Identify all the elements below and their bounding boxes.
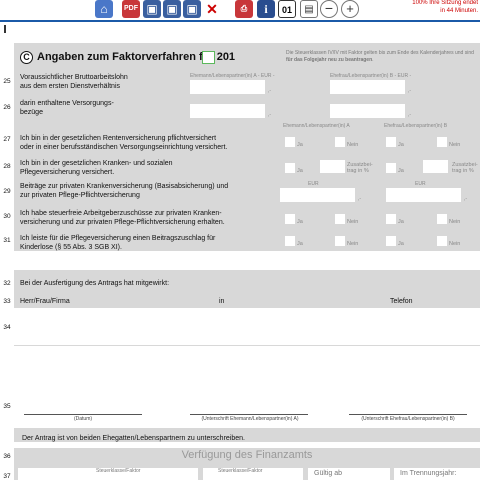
tax-office-title: Verfügung des Finanzamts [181,449,313,461]
row-label: darin enthaltene Versorgungs-bezüge [20,100,114,116]
row-number: 29 [3,188,11,195]
zusatz-a-input[interactable] [320,160,345,173]
wage-a-input[interactable] [190,80,265,94]
session-timer: 100% Ihre Sitzung endet in 44 Minuten. [412,0,478,14]
signature-note: Der Antrag ist von beiden Ehegatten/Lebe… [22,435,245,442]
calendar-icon[interactable]: 01 [278,0,296,18]
toolbar: ⌂ PDF ▣ ▣ ▣ ✕ ⎙ i 01 ▤ − + 100% Ihre Sit… [0,0,480,20]
row-number: 28 [3,163,11,170]
date-label: (Datum) [73,416,93,422]
row-label: Beiträge zur privaten Krankenversicherun… [20,183,229,199]
row-number: 33 [3,298,11,305]
info-icon[interactable]: i [257,0,275,18]
rv-a-ja-checkbox[interactable] [285,137,295,147]
ag-a-nein-checkbox[interactable] [335,214,345,224]
pension-b-input[interactable] [330,104,405,118]
assistant-input[interactable] [14,308,480,345]
page-icon[interactable]: ▤ [300,0,318,18]
signature-a-label: (Unterschrift Ehemann/Lebenspartner(in) … [201,416,299,422]
row-label: Ich bin in der gesetzlichen Kranken- und… [20,160,173,176]
ag-b-ja-checkbox[interactable] [386,214,396,224]
row-label: Ich habe steuerfreie Arbeitgeberzuschüss… [20,210,225,226]
row-number: 26 [3,104,11,111]
header-divider [0,20,480,22]
rv-b-ja-checkbox[interactable] [386,137,396,147]
save-as-icon[interactable]: ▣ [163,0,181,18]
column-header-a: Ehemann/Lebenspartner(in) A [283,123,350,129]
col-name-label: Herr/Frau/Firma [20,298,70,305]
row-number: 34 [3,324,11,331]
assistance-intro: Bei der Ausfertigung des Antrags hat mit… [20,280,170,287]
home-icon[interactable]: ⌂ [95,0,113,18]
row-number: 30 [3,213,11,220]
row-number: 37 [3,473,11,480]
row-number: 27 [3,136,11,143]
column-header-b: Ehefrau/Lebenspartner(in) B - EUR - [330,73,412,79]
row-number: 35 [3,403,11,410]
section-letter: C [20,51,33,64]
row-number: 31 [3,237,11,244]
section-note: Die Steuerklassen IV/IV mit Faktor gelte… [286,50,474,63]
pkv-a-input[interactable] [280,188,355,202]
pdf-icon[interactable]: PDF [122,0,140,18]
column-header-b: Ehefrau/Lebenspartner(in) B [384,123,448,129]
delete-icon[interactable]: ✕ [203,0,221,18]
row-number: 36 [3,453,11,460]
zoom-in-icon[interactable]: + [341,0,359,18]
zoom-out-icon[interactable]: − [320,0,338,18]
year-input[interactable] [202,51,215,64]
signature-b-label: (Unterschrift Ehefrau/Lebenspartner(in) … [361,416,455,422]
pv-b-ja-checkbox[interactable] [386,236,396,246]
col-in-label: in [219,298,225,305]
pkv-b-input[interactable] [386,188,461,202]
pv-a-nein-checkbox[interactable] [335,236,345,246]
ag-a-ja-checkbox[interactable] [285,214,295,224]
row-label: Ich leiste für die Pflegeversicherung ei… [20,235,216,251]
rv-b-nein-checkbox[interactable] [437,137,447,147]
page-mark [4,25,6,33]
pv-b-nein-checkbox[interactable] [437,236,447,246]
print-icon[interactable]: ⎙ [235,0,253,18]
kv-a-ja-checkbox[interactable] [285,163,295,173]
download-icon[interactable]: ▣ [183,0,201,18]
pv-a-ja-checkbox[interactable] [285,236,295,246]
save-icon[interactable]: ▣ [143,0,161,18]
zusatz-b-input[interactable] [423,160,448,173]
wage-b-input[interactable] [330,80,405,94]
ag-b-nein-checkbox[interactable] [437,214,447,224]
rv-a-nein-checkbox[interactable] [335,137,345,147]
kv-b-ja-checkbox[interactable] [386,163,396,173]
column-header-a: Ehemann/Lebenspartner(in) A - EUR - [190,73,275,79]
row-number: 32 [3,280,11,287]
col-tel-label: Telefon [390,298,413,305]
pension-a-input[interactable] [190,104,265,118]
row-label: Ich bin in der gesetzlichen Rentenversic… [20,135,228,151]
row-label: Voraussichtlicher Bruttoarbeitslohn aus d… [20,74,128,90]
row-number: 25 [3,78,11,85]
